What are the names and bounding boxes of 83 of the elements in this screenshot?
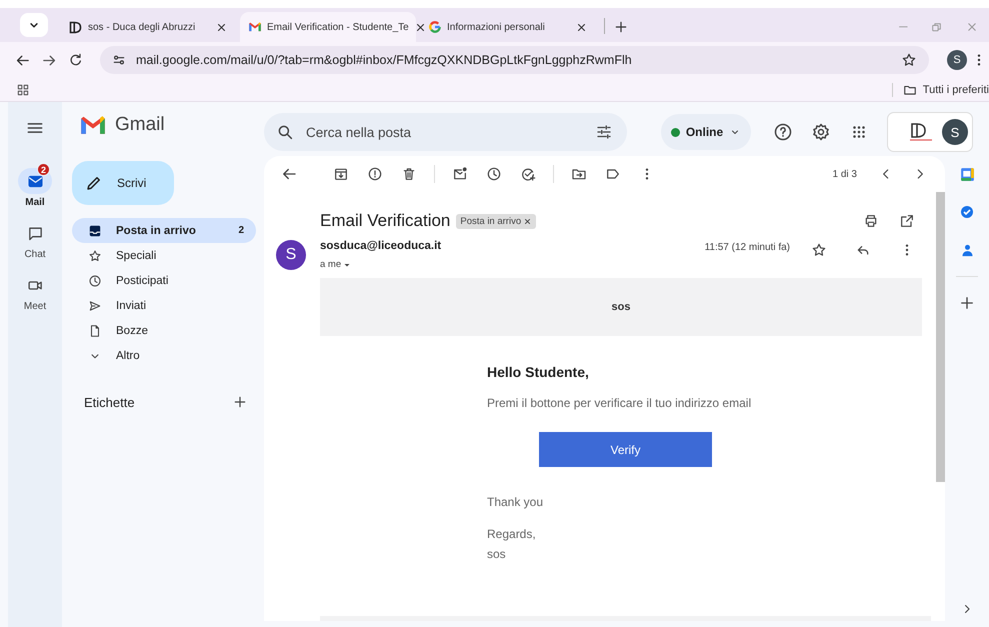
more-icon: [645, 168, 649, 180]
folder-item[interactable]: Posticipati: [72, 268, 256, 293]
reload-icon: [68, 52, 84, 68]
star-icon: [811, 242, 827, 258]
file-icon: [88, 324, 102, 338]
recipient-toggle[interactable]: a me: [320, 258, 354, 270]
signature-text: sos: [487, 547, 507, 561]
folder-item[interactable]: Inviati: [72, 293, 256, 318]
sender-avatar: S: [276, 240, 306, 270]
more-icon: [905, 244, 909, 256]
compose-button[interactable]: Scrivi: [72, 161, 174, 205]
help-icon: [773, 122, 794, 142]
status-button[interactable]: Online: [660, 114, 752, 150]
snooze-icon: [486, 166, 502, 182]
folder-item[interactable]: Posta in arrivo 2: [72, 218, 256, 243]
site-logo-icon: [68, 20, 83, 34]
search-bar[interactable]: Cerca nella posta: [264, 113, 627, 151]
minimize-icon: [899, 26, 908, 28]
close-icon: [523, 216, 532, 226]
delete-icon: [401, 166, 417, 182]
clock-icon: [88, 274, 102, 288]
verify-button[interactable]: Verify: [539, 432, 712, 467]
browser-tab[interactable]: sos - Duca degli Abruzzi: [60, 12, 236, 42]
email-header-band: sos: [320, 278, 922, 336]
apps-icon: [16, 82, 30, 96]
unread-badge: 2: [37, 163, 50, 176]
calendar-icon: [958, 166, 976, 182]
closing-text: Thank you: [487, 495, 544, 509]
pencil-icon: [85, 174, 103, 192]
person-icon: [960, 242, 974, 258]
profile-avatar[interactable]: S: [947, 50, 967, 70]
email-subject: Email Verification: [320, 211, 450, 231]
bookmarks-folder[interactable]: Tutti i preferiti: [892, 82, 989, 96]
print-icon: [863, 213, 879, 229]
add-label-button[interactable]: [232, 394, 248, 410]
browser-tab[interactable]: Informazioni personali: [420, 12, 596, 42]
closing-text: Regards,: [487, 527, 537, 541]
search-icon: [276, 123, 294, 141]
message-time: 11:57 (12 minuti fa): [704, 242, 790, 255]
scrollbar-thumb[interactable]: [936, 192, 945, 482]
rail-item[interactable]: Meet: [18, 272, 52, 312]
bookmark-star-icon: [901, 52, 917, 68]
search-options-icon: [594, 123, 613, 141]
new-tab-button[interactable]: [613, 19, 629, 35]
browser-menu-icon: [977, 54, 981, 66]
add-label-icon: [232, 394, 248, 410]
folder-item[interactable]: Speciali: [72, 243, 256, 268]
report-spam-icon: [367, 166, 383, 182]
restore-icon: [930, 20, 943, 34]
rail-item[interactable]: Chat: [18, 220, 52, 260]
new-tab-icon: [613, 19, 629, 35]
add-app-icon: [958, 294, 976, 312]
label-chip[interactable]: Posta in arrivo: [456, 214, 536, 228]
open-in-new-window-icon: [899, 213, 915, 229]
settings-icon: [811, 122, 832, 142]
archive-icon: [333, 166, 349, 182]
labels-heading: Etichette: [84, 394, 135, 410]
body-text: Premi il bottone per verificare il tuo indirizzo email: [487, 396, 752, 410]
sender-email: sosduca@liceoduca.it: [320, 240, 442, 252]
address-bar[interactable]: mail.google.com/mail/u/0/?tab=rm&ogbl#inbox/FMfcgzQXKNDBGpLtkFgnLggphzRwmFlh: [100, 46, 929, 74]
account-avatar[interactable]: S: [942, 119, 968, 145]
gmail-logo-icon: [80, 114, 106, 136]
pagination-text: 1 di 3: [832, 168, 857, 180]
send-icon: [88, 298, 102, 312]
add-task-icon: [520, 166, 536, 182]
mark-unread-icon: [452, 166, 468, 182]
chat-icon: [26, 224, 44, 242]
gmail-logo-icon: [248, 20, 262, 34]
site-settings-icon: [112, 53, 126, 67]
folder-item[interactable]: Bozze: [72, 318, 256, 343]
tasks-icon: [959, 204, 975, 220]
reload-button[interactable]: [68, 52, 84, 68]
school-logo-icon: [908, 122, 934, 142]
greeting-text: Hello Studente,: [487, 364, 590, 380]
app-name: Gmail: [115, 114, 165, 136]
apps-button[interactable]: [16, 82, 30, 96]
star-icon: [88, 248, 102, 262]
inbox-icon: [88, 224, 102, 238]
google-logo-icon: [428, 20, 442, 34]
browser-menu-button[interactable]: [977, 54, 981, 66]
account-card[interactable]: S: [887, 112, 973, 152]
folder-item[interactable]: Altro: [72, 343, 256, 368]
search-field[interactable]: Cerca nella posta: [304, 124, 585, 140]
